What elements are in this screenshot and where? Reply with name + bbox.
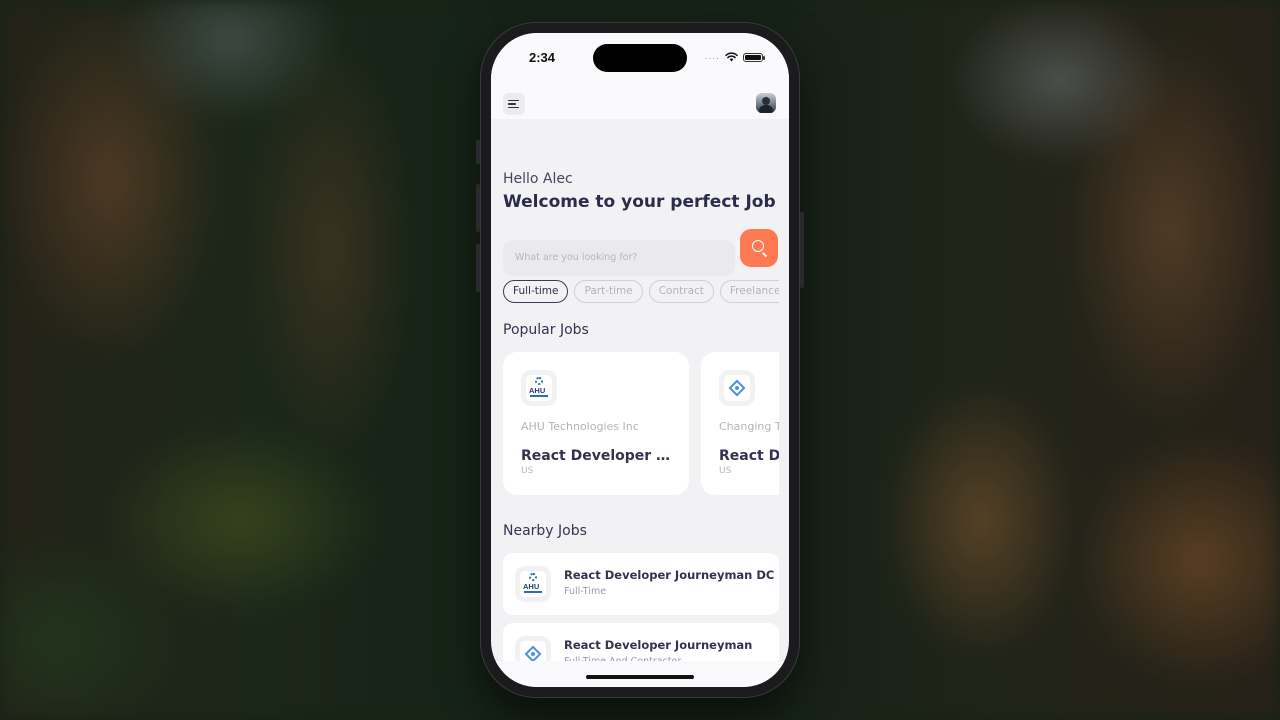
company-name: AHU Technologies Inc <box>521 420 639 433</box>
job-type-filters: Full-time Part-time Contract Freelance <box>503 279 779 303</box>
status-bar: 2:34 .... <box>491 33 789 83</box>
app-header <box>491 83 789 119</box>
action-button <box>476 140 480 164</box>
home-indicator[interactable] <box>586 675 694 679</box>
popular-jobs-title: Popular Jobs <box>503 322 589 338</box>
company-logo: AHU <box>521 370 557 406</box>
popular-job-card[interactable]: AHU AHU Technologies Inc React Developer… <box>503 352 689 495</box>
popular-job-card[interactable]: Changing The Present React Developer Jou… <box>701 352 779 495</box>
bottom-safe-area <box>491 661 789 687</box>
job-title: React Developer Journeyman DC <box>564 568 775 582</box>
battery-icon <box>743 52 765 62</box>
greeting-text: Hello Alec <box>503 171 573 187</box>
job-location: US <box>521 466 534 476</box>
popular-jobs-carousel[interactable]: AHU AHU Technologies Inc React Developer… <box>503 352 779 496</box>
volume-down-button <box>476 244 480 292</box>
company-logo <box>719 370 755 406</box>
nearby-jobs-title: Nearby Jobs <box>503 523 587 539</box>
job-title: React Developer Journeyman DC <box>521 448 671 464</box>
cellular-signal-icon: .... <box>704 52 720 62</box>
filter-chip-freelance[interactable]: Freelance <box>719 280 779 303</box>
volume-up-button <box>476 184 480 232</box>
app-screen: 2:34 .... Hello Alec Welcome to your per… <box>491 33 789 687</box>
welcome-heading: Welcome to your perfect Job <box>503 192 776 212</box>
dynamic-island <box>593 44 687 72</box>
power-button <box>800 212 804 288</box>
user-avatar[interactable] <box>756 93 776 113</box>
wifi-icon <box>725 52 738 62</box>
search-input[interactable]: What are you looking for? <box>503 240 735 276</box>
status-icons: .... <box>704 52 765 62</box>
filter-chip-contract[interactable]: Contract <box>648 280 714 303</box>
menu-icon <box>508 99 519 102</box>
phone-frame: 2:34 .... Hello Alec Welcome to your per… <box>476 22 804 698</box>
job-title: React Developer Journeyman <box>719 448 779 464</box>
menu-button[interactable] <box>503 93 525 115</box>
nearby-job-card[interactable]: AHU React Developer Journeyman DC Full-T… <box>503 553 779 615</box>
filter-chip-full-time[interactable]: Full-time <box>503 280 569 303</box>
search-icon <box>752 240 764 252</box>
job-title: React Developer Journeyman <box>564 638 753 652</box>
company-name: Changing The Present <box>719 420 779 433</box>
search-button[interactable] <box>740 229 778 267</box>
job-type: Full-Time <box>564 586 607 597</box>
status-time: 2:34 <box>529 50 556 65</box>
filter-chip-part-time[interactable]: Part-time <box>574 280 643 303</box>
job-location: US <box>719 466 732 476</box>
company-logo: AHU <box>515 566 551 602</box>
